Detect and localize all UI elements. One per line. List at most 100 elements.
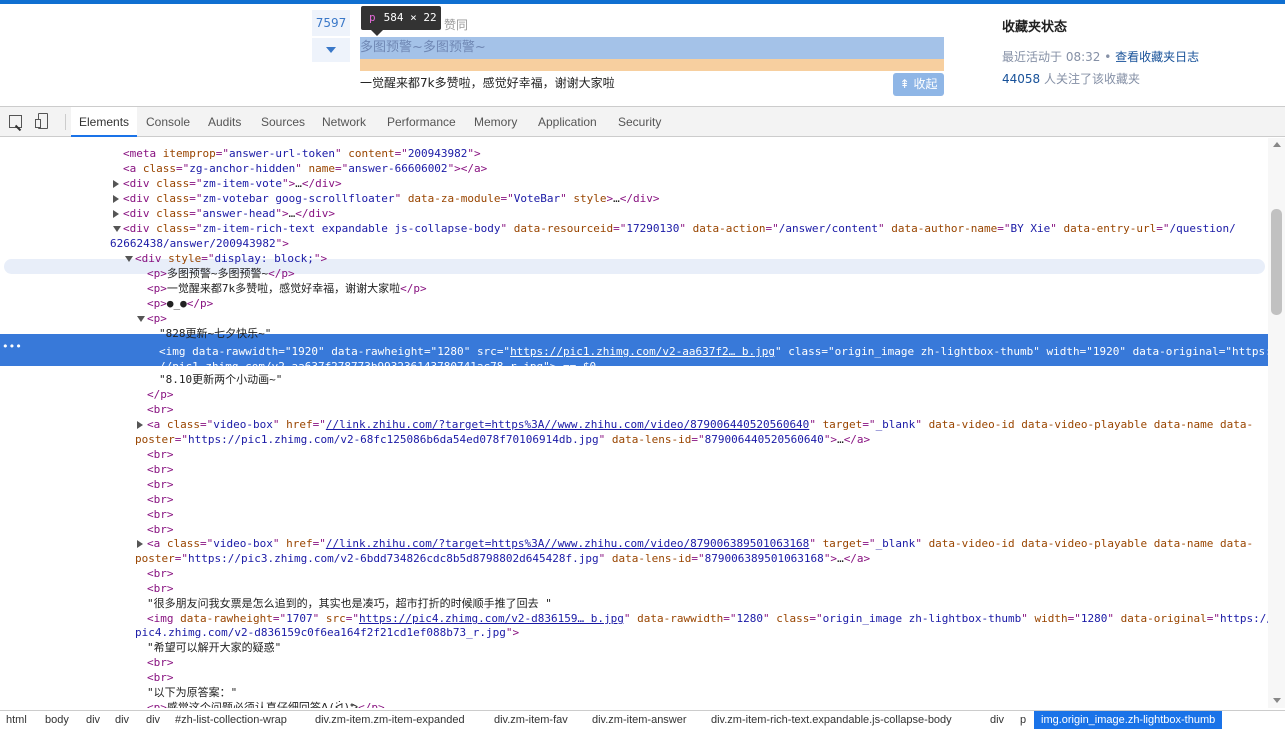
breadcrumb-item[interactable]: div xyxy=(990,711,1004,729)
breadcrumb-item[interactable]: body xyxy=(45,711,69,729)
code-token: <br> xyxy=(147,656,174,669)
code-token[interactable]: https://pic4.zhimg.com/v2-d836159… b.jpg xyxy=(359,612,624,625)
dom-node-line[interactable]: <div class="zm-item-rich-text expandable… xyxy=(123,221,1236,236)
dom-node-line[interactable]: <br> xyxy=(147,581,174,596)
breadcrumb-item[interactable]: div.zm-item-rich-text.expandable.js-coll… xyxy=(711,711,952,729)
dom-node-line[interactable]: <br> xyxy=(147,492,174,507)
dom-node-line[interactable]: <p>感觉这个问题必须认真仔细回答ᕕ(ᐛ)ᕗ</p> xyxy=(147,700,385,708)
element-size-tooltip: p 584 × 22 xyxy=(361,6,441,30)
downvote-button[interactable] xyxy=(312,38,350,62)
dom-node-line[interactable]: "以下为原答案：" xyxy=(147,685,237,700)
code-token: =" xyxy=(200,537,214,550)
code-token: " xyxy=(1021,612,1035,625)
scroll-up-icon[interactable] xyxy=(1273,142,1281,147)
followers-count[interactable]: 44058 xyxy=(1002,72,1040,86)
expand-arrow-icon[interactable] xyxy=(113,180,119,188)
tab-network[interactable]: Network xyxy=(322,107,366,137)
code-token[interactable]: https://pic1.zhimg.com/v2-aa637f2… b.jpg xyxy=(510,345,775,358)
dom-node-line[interactable]: poster="https://pic1.zhimg.com/v2-68fc12… xyxy=(135,432,870,447)
dom-node-line[interactable]: </p> xyxy=(147,387,174,402)
breadcrumb-item[interactable]: p xyxy=(1020,711,1026,729)
dom-node-line[interactable]: <div style="display: block;"> xyxy=(135,251,327,266)
dom-node-line[interactable]: 62662438/answer/200943982"> xyxy=(110,236,289,251)
dom-node-line[interactable]: <a class="zg-anchor-hidden" name="answer… xyxy=(123,161,487,176)
code-token: class xyxy=(156,222,190,235)
view-log-link[interactable]: 查看收藏夹日志 xyxy=(1115,50,1199,64)
dom-node-line[interactable]: <meta itemprop="answer-url-token" conten… xyxy=(123,146,481,161)
code-token: <br> xyxy=(147,478,174,491)
dom-node-line[interactable]: pic4.zhimg.com/v2-d836159c0f6ea164f2f21c… xyxy=(135,625,519,640)
breadcrumb-item[interactable]: div.zm-item-answer xyxy=(592,711,687,729)
code-token: =" xyxy=(394,147,408,160)
tab-audits[interactable]: Audits xyxy=(208,107,241,137)
dom-node-line[interactable]: "8.10更新两个小动画~" xyxy=(159,372,282,387)
code-token[interactable]: //link.zhihu.com/?target=https%3A//www.z… xyxy=(326,537,809,550)
dom-node-line[interactable]: <a class="video-box" href="//link.zhihu.… xyxy=(147,417,1253,432)
dom-node-line[interactable]: <p>一觉醒来都7k多赞啦，感觉好幸福，谢谢大家啦</p> xyxy=(147,281,427,296)
dom-node-line[interactable]: <p>●_●</p> xyxy=(147,296,213,311)
dom-node-line[interactable]: "希望可以解开大家的疑惑" xyxy=(147,640,281,655)
dom-node-line[interactable]: <br> xyxy=(147,670,174,685)
dom-node-line[interactable]: "828更新~七夕快乐~" xyxy=(159,326,271,341)
breadcrumb-item[interactable]: div xyxy=(146,711,160,729)
dom-node-line[interactable]: <div class="zm-item-vote">…</div> xyxy=(123,176,342,191)
tab-memory[interactable]: Memory xyxy=(474,107,517,137)
dom-node-line[interactable]: <br> xyxy=(147,655,174,670)
dom-node-line[interactable]: <img data-rawheight="1707" src="https://… xyxy=(147,611,1268,626)
code-token: =" xyxy=(691,552,705,565)
expand-arrow-icon[interactable] xyxy=(113,210,119,218)
tab-security[interactable]: Security xyxy=(618,107,661,137)
dom-node-line[interactable]: <br> xyxy=(147,566,174,581)
tab-elements[interactable]: Elements xyxy=(71,107,138,137)
collapse-arrow-icon[interactable] xyxy=(137,316,145,322)
code-token: " xyxy=(679,222,693,235)
tab-sources[interactable]: Sources xyxy=(261,107,305,137)
breadcrumb-item[interactable]: div.zm-item.zm-item-expanded xyxy=(315,711,465,729)
expand-arrow-icon[interactable] xyxy=(137,540,143,548)
dom-node-line[interactable]: <img data-rawwidth="1920" data-rawheight… xyxy=(159,344,1268,359)
breadcrumb-item[interactable]: #zh-list-collection-wrap xyxy=(175,711,287,729)
code-token: target xyxy=(822,418,863,431)
dom-node-line[interactable]: <p>多图预警~多图预警~</p> xyxy=(147,266,295,281)
breadcrumb-item[interactable]: div xyxy=(115,711,129,729)
code-token: " xyxy=(334,147,349,160)
dom-node-line[interactable]: <a class="video-box" href="//link.zhihu.… xyxy=(147,536,1253,551)
collapse-arrow-icon[interactable] xyxy=(113,226,121,232)
dom-node-line[interactable]: <br> xyxy=(147,522,174,537)
upvote-button[interactable]: 7597 xyxy=(312,10,350,36)
dom-node-line[interactable]: <br> xyxy=(147,447,174,462)
dom-node-line[interactable]: <br> xyxy=(147,477,174,492)
code-token[interactable]: //link.zhihu.com/?target=https%3A//www.z… xyxy=(326,418,809,431)
elements-tree: <img data-rawwidth="1920" data-rawheight… xyxy=(0,138,1268,708)
breadcrumb-item[interactable]: html xyxy=(6,711,27,729)
breadcrumb-item[interactable]: img.origin_image.zh-lightbox-thumb xyxy=(1034,711,1223,729)
tab-application[interactable]: Application xyxy=(538,107,597,137)
collapse-arrow-icon[interactable] xyxy=(125,256,133,262)
collapse-button[interactable]: ⇞ 收起 xyxy=(893,73,944,96)
dom-node-line[interactable]: "很多朋友问我女票是怎么追到的，其实也是凑巧，超市打折的时候顺手推了回去 " xyxy=(147,596,552,611)
breadcrumb-item[interactable]: div xyxy=(86,711,100,729)
vertical-scrollbar[interactable] xyxy=(1268,138,1285,708)
dom-node-line[interactable]: <p> xyxy=(147,311,167,326)
dom-node-line[interactable]: <div class="zm-votebar goog-scrollfloate… xyxy=(123,191,660,206)
scrollbar-thumb[interactable] xyxy=(1271,209,1282,315)
expand-arrow-icon[interactable] xyxy=(113,195,119,203)
dom-node-line[interactable]: <br> xyxy=(147,462,174,477)
code-token: <br> xyxy=(147,567,174,580)
tab-console[interactable]: Console xyxy=(146,107,190,137)
code-token: " xyxy=(1050,222,1064,235)
tab-performance[interactable]: Performance xyxy=(387,107,456,137)
code-token: =" xyxy=(997,222,1011,235)
dom-node-line[interactable]: <br> xyxy=(147,402,174,417)
code-token: class xyxy=(166,418,200,431)
dom-node-line[interactable]: poster="https://pic3.zhimg.com/v2-6bdd73… xyxy=(135,551,870,566)
inspect-element-icon[interactable] xyxy=(9,115,22,128)
code-token: </div> xyxy=(301,177,342,190)
more-options-icon[interactable]: ••• xyxy=(2,341,22,352)
expand-arrow-icon[interactable] xyxy=(137,421,143,429)
scroll-down-icon[interactable] xyxy=(1273,698,1281,703)
dom-node-line[interactable]: <div class="answer-head">…</div> xyxy=(123,206,335,221)
dom-node-line[interactable]: <br> xyxy=(147,507,174,522)
breadcrumb-item[interactable]: div.zm-item-fav xyxy=(494,711,568,729)
device-toolbar-icon[interactable] xyxy=(35,113,48,129)
